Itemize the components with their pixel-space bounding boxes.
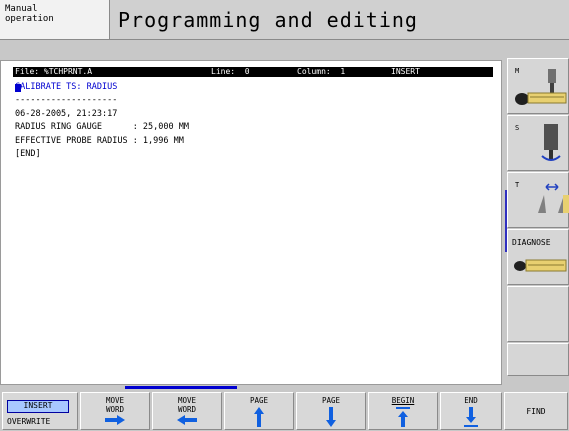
softkey-s-spindle[interactable]: S	[507, 115, 569, 171]
program-line-6[interactable]: [END]	[15, 149, 41, 160]
arrow-left-icon	[177, 415, 197, 425]
page-up-button[interactable]: PAGE	[224, 392, 294, 430]
program-line-4[interactable]: RADIUS RING GAUGE : 25,000 MM	[15, 122, 189, 133]
begin-label: BEGIN	[391, 396, 415, 405]
page-title: Programming and editing	[118, 8, 418, 32]
begin-button[interactable]: BEGIN	[368, 392, 438, 430]
tool-change-icon	[538, 183, 569, 213]
status-file: File: %TCHPRNT.A	[15, 67, 93, 76]
insert-overwrite-toggle[interactable]: INSERT OVERWRITE	[2, 392, 78, 430]
program-line-5[interactable]: EFFECTIVE PROBE RADIUS : 1,996 MM	[15, 136, 184, 147]
program-line-1[interactable]: CALIBRATE TS: RADIUS	[15, 82, 117, 93]
end-button[interactable]: END	[440, 392, 502, 430]
move-word-left-label-1: MOVE	[177, 396, 197, 405]
header: Programming and editing	[110, 0, 569, 40]
softkey-t-tool[interactable]: T	[507, 172, 569, 228]
softkey-empty-2[interactable]	[507, 343, 569, 376]
spindle-m-icon	[515, 69, 567, 105]
page-down-button[interactable]: PAGE	[296, 392, 366, 430]
status-line: Line: 0	[211, 67, 250, 76]
move-word-right-button[interactable]: MOVE WORD	[80, 392, 150, 430]
insert-option: INSERT	[7, 400, 69, 413]
arrow-up-icon	[254, 407, 264, 427]
page-up-label: PAGE	[249, 396, 269, 405]
arrow-right-icon	[105, 415, 125, 425]
spindle-s-icon	[541, 124, 561, 161]
status-mode: INSERT	[391, 67, 420, 76]
right-softkey-column: M S T DIAGNOSE	[507, 58, 569, 376]
mode-tab-manual-operation[interactable]: Manual operation	[0, 0, 110, 40]
program-line-2[interactable]: --------------------	[15, 95, 117, 106]
end-label: END	[464, 396, 478, 405]
page-down-label: PAGE	[321, 396, 341, 405]
move-word-right-label-1: MOVE	[105, 396, 125, 405]
mode-label-line1: Manual	[5, 4, 38, 14]
arrow-down-icon	[326, 407, 336, 427]
arrow-to-top-icon	[396, 407, 410, 427]
find-button[interactable]: FIND	[504, 392, 568, 430]
softkey-m-functions[interactable]: M	[507, 58, 569, 114]
move-word-left-label-2: WORD	[177, 405, 197, 414]
editor-status-bar: File: %TCHPRNT.A Line: 0 Column: 1 INSER…	[13, 67, 493, 77]
softkey-diagnose[interactable]: DIAGNOSE	[507, 229, 569, 285]
mode-label-line2: operation	[5, 14, 54, 24]
program-editor[interactable]: File: %TCHPRNT.A Line: 0 Column: 1 INSER…	[0, 60, 502, 385]
softkey-empty-1[interactable]	[507, 286, 569, 342]
arrow-to-bottom-icon	[464, 407, 478, 427]
find-label: FIND	[526, 407, 546, 416]
diagnose-icon	[514, 259, 567, 272]
overwrite-option: OVERWRITE	[7, 417, 51, 426]
program-line-3[interactable]: 06-28-2005, 21:23:17	[15, 109, 117, 120]
softkey-level-indicator	[125, 386, 237, 389]
move-word-right-label-2: WORD	[105, 405, 125, 414]
status-column: Column: 1	[297, 67, 346, 76]
move-word-left-button[interactable]: MOVE WORD	[152, 392, 222, 430]
